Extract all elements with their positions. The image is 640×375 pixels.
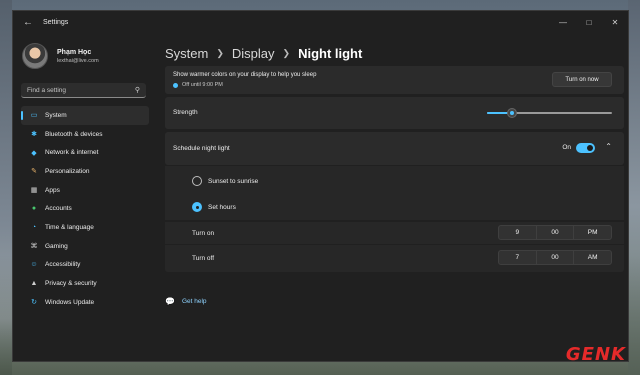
- turn-on-hour[interactable]: 9: [499, 226, 537, 239]
- turn-off-label: Turn off: [192, 255, 215, 262]
- breadcrumb-display[interactable]: Display: [232, 46, 275, 61]
- sidebar-item-system[interactable]: ▭ System: [21, 106, 149, 125]
- sidebar-item-label: Accessibility: [45, 261, 81, 269]
- radio-label: Set hours: [208, 203, 236, 211]
- maximize-icon[interactable]: □: [576, 11, 602, 33]
- watermark-text: GENK: [565, 344, 626, 365]
- monitor-icon: ▭: [30, 112, 38, 120]
- globe-clock-icon: ◔: [31, 223, 37, 231]
- user-name: Phạm Học: [57, 48, 92, 56]
- sidebar-item-label: Time & language: [45, 223, 94, 231]
- schedule-card[interactable]: Schedule night light On ⌃: [165, 132, 624, 165]
- breadcrumb-system[interactable]: System: [165, 46, 208, 61]
- night-light-status-card: Show warmer colors on your display to he…: [165, 66, 624, 94]
- title-bar: ← Settings — □ ✕: [13, 11, 628, 33]
- sidebar-item-gaming[interactable]: ⌘ Gaming: [21, 237, 149, 256]
- schedule-toggle[interactable]: [576, 143, 595, 153]
- sidebar-item-personalization[interactable]: ✎ Personalization: [21, 162, 149, 181]
- close-icon[interactable]: ✕: [602, 11, 628, 33]
- turn-on-time-picker[interactable]: 9 00 PM: [498, 225, 612, 240]
- watermark-logo: GENK: [566, 344, 626, 365]
- wifi-icon: ◆: [31, 149, 37, 157]
- status-dot-icon: [173, 82, 178, 88]
- sidebar-item-label: Windows Update: [45, 298, 95, 306]
- window-controls: — □ ✕: [550, 11, 628, 33]
- turn-on-label: Turn on: [192, 230, 215, 237]
- night-light-description: Show warmer colors on your display to he…: [173, 72, 317, 78]
- sidebar-item-label: Network & internet: [45, 149, 99, 157]
- sidebar-item-accessibility[interactable]: ☺ Accessibility: [21, 256, 149, 275]
- sidebar-item-label: System: [45, 111, 67, 119]
- user-profile[interactable]: Phạm Học lexthai@live.com: [13, 33, 158, 73]
- search-icon: ⚲: [134, 87, 140, 94]
- sidebar-item-label: Privacy & security: [45, 280, 97, 288]
- slider-thumb[interactable]: [507, 108, 517, 118]
- radio-circle-checked[interactable]: [192, 202, 202, 212]
- bluetooth-icon: ✱: [31, 131, 37, 139]
- radio-circle[interactable]: [192, 176, 202, 186]
- schedule-toggle-state: On: [562, 144, 571, 151]
- chevron-right-icon: ❯: [282, 47, 291, 58]
- update-icon: ↻: [31, 299, 37, 307]
- window-title: Settings: [43, 18, 69, 26]
- accessibility-icon: ☺: [30, 261, 38, 269]
- sidebar-item-accounts[interactable]: ● Accounts: [21, 199, 149, 218]
- sidebar: Phạm Học lexthai@live.com Find a setting…: [13, 33, 158, 361]
- sidebar-item-time-language[interactable]: ◔ Time & language: [21, 218, 149, 237]
- turn-on-period[interactable]: PM: [574, 226, 611, 239]
- chevron-up-icon[interactable]: ⌃: [605, 142, 612, 151]
- strength-slider[interactable]: [487, 108, 612, 118]
- sidebar-item-label: Apps: [45, 186, 60, 194]
- minimize-icon[interactable]: —: [550, 11, 576, 33]
- brush-icon: ✎: [31, 168, 37, 176]
- apps-icon: ▦: [30, 187, 38, 195]
- shield-icon: ▲: [30, 280, 38, 288]
- chevron-right-icon: ❯: [216, 47, 224, 58]
- user-email: lexthai@live.com: [57, 57, 99, 64]
- sidebar-item-label: Personalization: [45, 167, 90, 175]
- turn-off-time-picker[interactable]: 7 00 AM: [498, 250, 612, 265]
- radio-sunset-to-sunrise[interactable]: Sunset to sunrise: [192, 176, 258, 186]
- sidebar-nav: ▭ System ✱ Bluetooth & devices ◆ Network & in…: [13, 106, 158, 312]
- night-light-status: Off until 9:00 PM: [173, 82, 223, 88]
- turn-on-row: Turn on 9 00 PM: [165, 222, 624, 244]
- person-icon: ●: [31, 205, 37, 213]
- get-help-link[interactable]: 💬 Get help: [165, 297, 207, 306]
- sidebar-item-windows-update[interactable]: ↻ Windows Update: [21, 293, 149, 312]
- strength-card: Strength: [165, 97, 624, 129]
- breadcrumb: System ❯ Display ❯ Night light: [165, 43, 628, 63]
- turn-off-period[interactable]: AM: [574, 251, 611, 264]
- sidebar-item-bluetooth-devices[interactable]: ✱ Bluetooth & devices: [21, 125, 149, 144]
- schedule-options: Sunset to sunrise Set hours: [165, 166, 624, 220]
- avatar: [22, 43, 48, 69]
- turn-off-hour[interactable]: 7: [499, 251, 537, 264]
- turn-off-row: Turn off 7 00 AM: [165, 245, 624, 272]
- turn-on-minute[interactable]: 00: [537, 226, 575, 239]
- turn-on-now-button[interactable]: Turn on now: [552, 72, 612, 87]
- sidebar-item-apps[interactable]: ▦ Apps: [21, 181, 149, 200]
- sidebar-item-label: Accounts: [45, 205, 72, 213]
- search-input[interactable]: Find a setting ⚲: [21, 83, 146, 98]
- sidebar-item-privacy-security[interactable]: ▲ Privacy & security: [21, 274, 149, 293]
- help-chat-icon: 💬: [165, 297, 175, 306]
- sidebar-item-label: Bluetooth & devices: [45, 130, 103, 138]
- turn-off-minute[interactable]: 00: [537, 251, 575, 264]
- gamepad-icon: ⌘: [30, 243, 38, 251]
- page-title: Night light: [298, 45, 363, 61]
- settings-window: ← Settings — □ ✕ Phạm Học lexthai@live.c…: [12, 10, 629, 362]
- radio-label: Sunset to sunrise: [208, 177, 259, 185]
- search-placeholder: Find a setting: [27, 86, 67, 94]
- sidebar-item-network-internet[interactable]: ◆ Network & internet: [21, 143, 149, 162]
- schedule-label: Schedule night light: [173, 145, 230, 152]
- strength-label: Strength: [173, 109, 198, 116]
- radio-set-hours[interactable]: Set hours: [192, 202, 236, 212]
- main-content: System ❯ Display ❯ Night light Show warm…: [165, 33, 628, 361]
- sidebar-item-label: Gaming: [45, 242, 68, 250]
- status-text: Off until 9:00 PM: [182, 82, 223, 88]
- back-arrow-icon[interactable]: ←: [21, 15, 35, 29]
- get-help-label[interactable]: Get help: [182, 298, 207, 305]
